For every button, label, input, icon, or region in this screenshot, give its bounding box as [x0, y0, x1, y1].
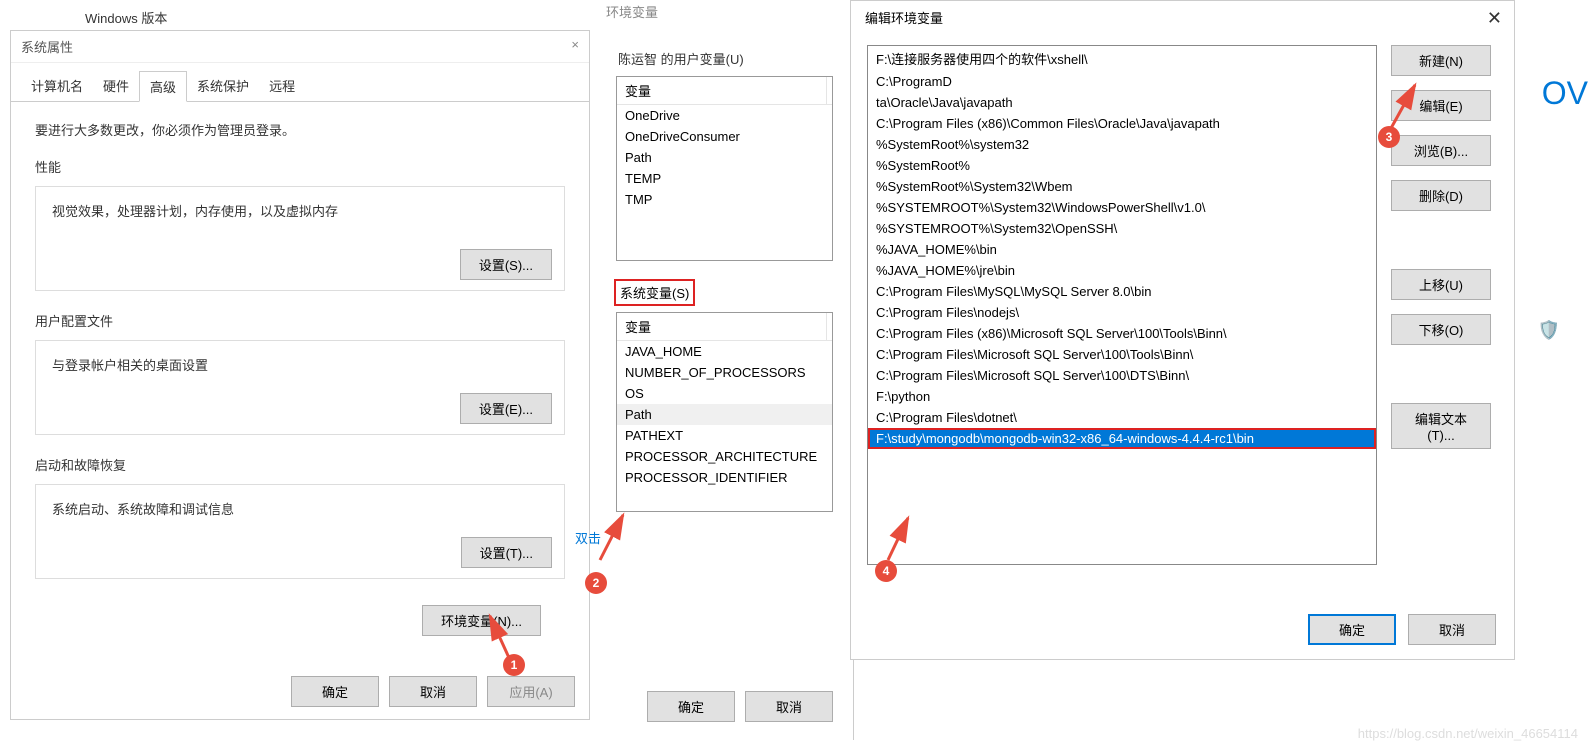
move-down-button[interactable]: 下移(O): [1391, 314, 1491, 345]
sys-var-row[interactable]: OS: [617, 383, 832, 404]
user-var-row[interactable]: Path: [617, 147, 832, 168]
path-row[interactable]: %JAVA_HOME%\bin: [868, 239, 1376, 260]
annotation-badge-2: 2: [585, 572, 607, 594]
annotation-badge-4: 4: [875, 560, 897, 582]
path-row[interactable]: C:\ProgramD: [868, 71, 1376, 92]
close-icon[interactable]: ×: [571, 37, 579, 56]
windows-version-label: Windows 版本: [85, 8, 167, 27]
sys-var-row[interactable]: NUMBER_OF_PROCESSORS: [617, 362, 832, 383]
system-vars-table[interactable]: 变量 值 JAVA_HOME NUMBER_OF_PROCESSORS OS P…: [616, 312, 833, 512]
tab-system-protection[interactable]: 系统保护: [187, 71, 259, 101]
shield-icon: 🛡️: [1538, 320, 1560, 341]
sys-var-row-path[interactable]: Path: [617, 404, 832, 425]
startup-settings-button[interactable]: 设置(T)...: [461, 537, 552, 568]
tab-bar: 计算机名 硬件 高级 系统保护 远程: [11, 63, 589, 102]
path-row[interactable]: C:\Program Files\Microsoft SQL Server\10…: [868, 344, 1376, 365]
path-row[interactable]: F:\连接服务器使用四个的软件\xshell\: [868, 46, 1376, 71]
profiles-settings-button[interactable]: 设置(E)...: [460, 393, 552, 424]
system-vars-label: 系统变量(S): [614, 279, 695, 306]
path-list[interactable]: F:\连接服务器使用四个的软件\xshell\ C:\ProgramD ta\O…: [867, 45, 1377, 565]
edit-dialog-title: 编辑环境变量: [865, 8, 943, 27]
env-cancel-button[interactable]: 取消: [745, 691, 833, 722]
col-variable[interactable]: 变量: [617, 77, 827, 104]
sys-var-row[interactable]: PROCESSOR_IDENTIFIER: [617, 467, 832, 488]
watermark: https://blog.csdn.net/weixin_46654114: [1358, 726, 1578, 741]
apply-button[interactable]: 应用(A): [487, 676, 575, 707]
path-row[interactable]: F:\python: [868, 386, 1376, 407]
path-row[interactable]: %SYSTEMROOT%\System32\WindowsPowerShell\…: [868, 197, 1376, 218]
path-row[interactable]: C:\Program Files (x86)\Common Files\Orac…: [868, 113, 1376, 134]
path-row[interactable]: ta\Oracle\Java\javapath: [868, 92, 1376, 113]
col-value[interactable]: 值: [827, 313, 833, 340]
dialog-title: 系统属性: [21, 37, 73, 56]
new-button[interactable]: 新建(N): [1391, 45, 1491, 76]
path-row[interactable]: C:\Program Files\MySQL\MySQL Server 8.0\…: [868, 281, 1376, 302]
delete-button[interactable]: 删除(D): [1391, 180, 1491, 211]
close-icon[interactable]: ✕: [1487, 9, 1502, 27]
path-row[interactable]: %SystemRoot%\System32\Wbem: [868, 176, 1376, 197]
performance-desc: 视觉效果，处理器计划，内存使用，以及虚拟内存: [52, 201, 548, 220]
startup-desc: 系统启动、系统故障和调试信息: [52, 499, 548, 518]
profiles-desc: 与登录帐户相关的桌面设置: [52, 355, 548, 374]
startup-title: 启动和故障恢复: [35, 455, 565, 474]
edit-cancel-button[interactable]: 取消: [1408, 614, 1496, 645]
ok-button[interactable]: 确定: [291, 676, 379, 707]
annotation-badge-3: 3: [1378, 126, 1400, 148]
user-var-row[interactable]: OneDriveConsumer: [617, 126, 832, 147]
path-row[interactable]: %SYSTEMROOT%\System32\OpenSSH\: [868, 218, 1376, 239]
tab-remote[interactable]: 远程: [259, 71, 305, 101]
tab-hardware[interactable]: 硬件: [93, 71, 139, 101]
path-row[interactable]: C:\Program Files\dotnet\: [868, 407, 1376, 428]
env-dialog-title: 环境变量: [596, 0, 853, 29]
edit-text-button[interactable]: 编辑文本(T)...: [1391, 403, 1491, 449]
user-var-row[interactable]: TMP: [617, 189, 832, 210]
path-row[interactable]: %SystemRoot%\system32: [868, 134, 1376, 155]
move-up-button[interactable]: 上移(U): [1391, 269, 1491, 300]
env-ok-button[interactable]: 确定: [647, 691, 735, 722]
tab-advanced[interactable]: 高级: [139, 71, 187, 102]
user-vars-table[interactable]: 变量 值 OneDrive OneDriveConsumer Path TEMP…: [616, 76, 833, 261]
environment-variables-dialog: 环境变量 陈运智 的用户变量(U) 变量 值 OneDrive OneDrive…: [596, 0, 854, 740]
cancel-button[interactable]: 取消: [389, 676, 477, 707]
path-row-selected[interactable]: F:\study\mongodb\mongodb-win32-x86_64-wi…: [868, 428, 1376, 449]
profiles-title: 用户配置文件: [35, 311, 565, 330]
col-value[interactable]: 值: [827, 77, 833, 104]
user-vars-label: 陈运智 的用户变量(U): [618, 49, 853, 68]
sys-var-row[interactable]: PROCESSOR_ARCHITECTURE: [617, 446, 832, 467]
annotation-badge-1: 1: [503, 654, 525, 676]
tab-computer-name[interactable]: 计算机名: [21, 71, 93, 101]
performance-settings-button[interactable]: 设置(S)...: [460, 249, 552, 280]
path-row[interactable]: C:\Program Files\Microsoft SQL Server\10…: [868, 365, 1376, 386]
path-row[interactable]: C:\Program Files (x86)\Microsoft SQL Ser…: [868, 323, 1376, 344]
path-row[interactable]: %SystemRoot%: [868, 155, 1376, 176]
path-row[interactable]: C:\Program Files\nodejs\: [868, 302, 1376, 323]
ov-text: OV: [1542, 75, 1588, 112]
performance-title: 性能: [35, 157, 565, 176]
annotation-arrow-2: [595, 510, 635, 570]
sys-var-row[interactable]: JAVA_HOME: [617, 341, 832, 362]
path-row[interactable]: %JAVA_HOME%\jre\bin: [868, 260, 1376, 281]
edit-ok-button[interactable]: 确定: [1308, 614, 1396, 645]
admin-note: 要进行大多数更改，你必须作为管理员登录。: [35, 120, 565, 139]
col-variable[interactable]: 变量: [617, 313, 827, 340]
sys-var-row[interactable]: PATHEXT: [617, 425, 832, 446]
user-var-row[interactable]: TEMP: [617, 168, 832, 189]
user-var-row[interactable]: OneDrive: [617, 105, 832, 126]
